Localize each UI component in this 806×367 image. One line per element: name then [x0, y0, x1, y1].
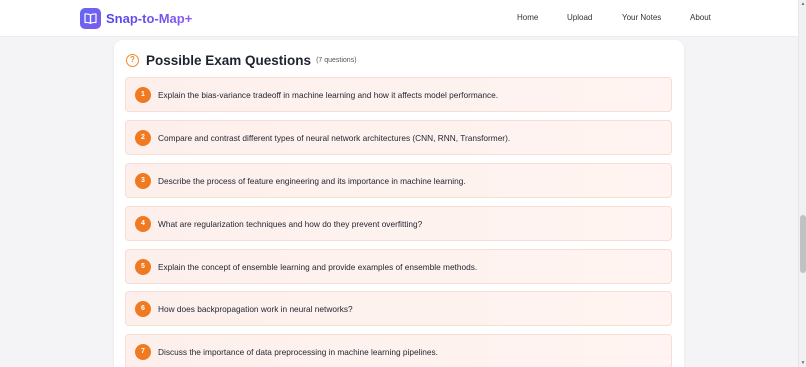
question-count: (7 questions): [316, 57, 357, 64]
nav-home-link[interactable]: Home: [517, 13, 538, 22]
scroll-down-arrow-icon[interactable]: ▼: [799, 359, 806, 367]
nav-about-link[interactable]: About: [690, 13, 711, 22]
exam-questions-card: ? Possible Exam Questions (7 questions) …: [114, 40, 684, 367]
question-item[interactable]: 3 Describe the process of feature engine…: [125, 163, 672, 198]
question-number-badge: 3: [135, 172, 151, 189]
section-title: Possible Exam Questions: [146, 53, 312, 68]
nav-your-notes-link[interactable]: Your Notes: [622, 13, 661, 22]
question-number-badge: 5: [135, 258, 151, 275]
question-circle-icon: ?: [126, 54, 139, 67]
question-number-badge: 2: [135, 129, 151, 146]
question-item[interactable]: 6 How does backpropagation work in neura…: [125, 291, 672, 326]
section-header: ? Possible Exam Questions (7 questions): [126, 53, 357, 68]
app-page: Snap-to-Map+ Home Upload Your Notes Abou…: [0, 0, 806, 367]
question-item[interactable]: 4 What are regularization techniques and…: [125, 206, 672, 241]
scrollbar-thumb[interactable]: [800, 215, 806, 273]
question-number-badge: 7: [135, 343, 151, 360]
question-item[interactable]: 5 Explain the concept of ensemble learni…: [125, 249, 672, 284]
question-text: Discuss the importance of data preproces…: [158, 346, 438, 357]
nav-upload-link[interactable]: Upload: [567, 13, 592, 22]
main-nav: Home Upload Your Notes About: [0, 0, 798, 37]
question-text: How does backpropagation work in neural …: [158, 303, 353, 314]
page-scrollbar[interactable]: ▲ ▼: [798, 0, 806, 367]
top-navbar: Snap-to-Map+ Home Upload Your Notes Abou…: [0, 0, 798, 37]
scroll-up-arrow-icon[interactable]: ▲: [799, 0, 806, 8]
question-item[interactable]: 7 Discuss the importance of data preproc…: [125, 334, 672, 367]
question-text: What are regularization techniques and h…: [158, 218, 423, 229]
question-text: Explain the concept of ensemble learning…: [158, 261, 478, 272]
question-text: Compare and contrast different types of …: [158, 132, 511, 143]
question-number-badge: 1: [135, 86, 151, 103]
question-item[interactable]: 2 Compare and contrast different types o…: [125, 120, 672, 155]
question-text: Describe the process of feature engineer…: [158, 175, 466, 186]
question-item[interactable]: 1 Explain the bias-variance tradeoff in …: [125, 77, 672, 112]
question-number-badge: 4: [135, 215, 151, 232]
question-text: Explain the bias-variance tradeoff in ma…: [158, 89, 499, 100]
question-number-badge: 6: [135, 300, 151, 317]
